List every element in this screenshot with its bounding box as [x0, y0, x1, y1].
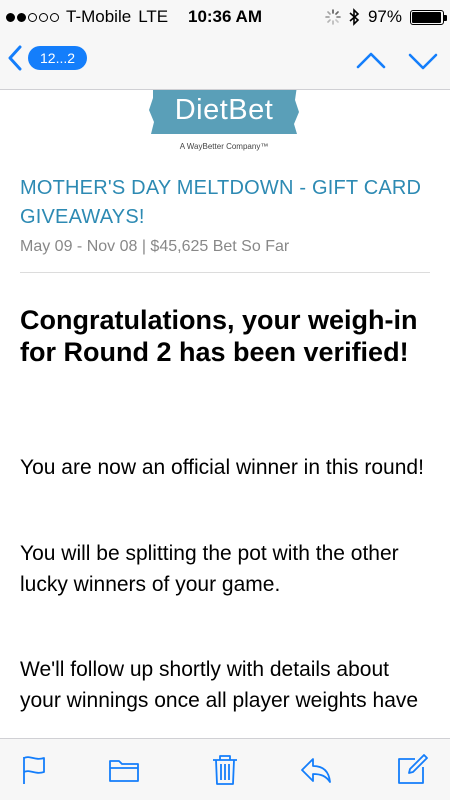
paragraph-winner: You are now an official winner in this r…	[20, 456, 424, 479]
back-button[interactable]: 12...2	[8, 45, 88, 71]
headline: Congratulations, your weigh-in for Round…	[20, 305, 418, 367]
paragraph-pot: You will be splitting the pot with the o…	[20, 542, 399, 596]
chevron-up-icon[interactable]	[356, 48, 386, 74]
logo-tagline: A WayBetter Company™	[179, 142, 269, 151]
status-bar: T-Mobile LTE 10:36 AM 97%	[0, 0, 450, 34]
chevron-down-icon[interactable]	[408, 48, 438, 74]
campaign-title[interactable]: MOTHER'S DAY MELTDOWN - GIFT CARD GIVEAW…	[20, 174, 430, 232]
dietbet-logo: DietBet A WayBetter Company™	[128, 90, 320, 151]
compose-icon[interactable]	[395, 753, 429, 787]
paragraph-followup: We'll follow up shortly with details abo…	[20, 658, 419, 712]
divider	[20, 272, 430, 273]
mail-nav-bar: 12...2	[0, 34, 450, 90]
trash-icon[interactable]	[208, 753, 242, 787]
game-meta: May 09 - Nov 08 | $45,625 Bet So Far	[20, 238, 290, 255]
battery-icon	[410, 9, 447, 25]
thread-count-badge: 12...2	[28, 46, 88, 70]
status-indicators: 97%	[325, 7, 447, 27]
reply-icon[interactable]	[299, 753, 333, 787]
email-body: DietBet A WayBetter Company™ MOTHER'S DA…	[0, 90, 450, 738]
chevron-left-icon	[8, 45, 22, 71]
logo-text: DietBet	[174, 94, 274, 126]
mail-toolbar	[0, 738, 450, 800]
bluetooth-icon	[349, 8, 360, 26]
flag-icon[interactable]	[17, 753, 51, 787]
folder-icon[interactable]	[107, 753, 141, 787]
activity-spinner-icon	[325, 9, 341, 25]
battery-percent: 97%	[367, 7, 402, 26]
